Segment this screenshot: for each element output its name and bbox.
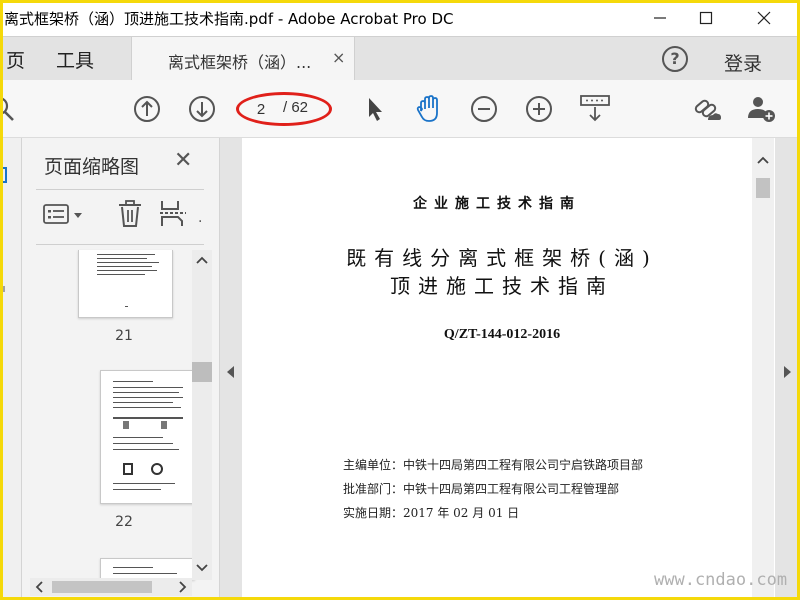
options-list-icon bbox=[43, 204, 82, 224]
tab-tools[interactable]: 工具 bbox=[56, 46, 94, 73]
page-total: / 62 bbox=[283, 99, 309, 116]
tab-document[interactable]: 离式框架桥（涵）... × bbox=[131, 37, 355, 81]
search-icon bbox=[0, 96, 14, 121]
keyboard-scroll-button[interactable] bbox=[578, 94, 612, 124]
split-pages-button[interactable] bbox=[158, 199, 188, 229]
login-button[interactable]: 登录 bbox=[724, 49, 762, 76]
add-user-button[interactable] bbox=[746, 94, 776, 124]
page-thumbnail-22[interactable] bbox=[100, 370, 195, 504]
hand-tool-button[interactable] bbox=[414, 94, 444, 124]
minimize-icon bbox=[654, 17, 666, 19]
thumbnail-panel: 页面缩略图 ✕ . 21 22 bbox=[22, 138, 220, 600]
page-thumbnails-nav-icon[interactable] bbox=[0, 160, 22, 200]
share-link-button[interactable] bbox=[692, 94, 722, 124]
scroll-up-icon[interactable] bbox=[192, 252, 212, 268]
document-tab-close-button[interactable]: × bbox=[332, 48, 345, 67]
thumbnail-scroll-thumb[interactable] bbox=[192, 362, 212, 382]
document-approval-dept: 批准部门：中铁十四局第四工程有限公司工程管理部 bbox=[343, 482, 620, 496]
thumbnail-label-21: 21 bbox=[115, 328, 133, 344]
thumbnail-panel-title: 页面缩略图 bbox=[44, 156, 140, 178]
document-code: Q/ZT-144-012-2016 bbox=[443, 327, 561, 342]
close-icon bbox=[757, 11, 771, 25]
delete-page-button[interactable] bbox=[116, 199, 146, 229]
scroll-right-icon[interactable] bbox=[174, 578, 190, 596]
select-arrow-icon bbox=[369, 98, 382, 121]
watermark: www.cndao.com bbox=[654, 570, 788, 590]
toolbar: / 62 bbox=[0, 80, 800, 138]
close-window-button[interactable] bbox=[741, 0, 787, 36]
keyboard-scroll-icon bbox=[580, 95, 610, 122]
share-link-icon bbox=[694, 99, 721, 120]
divider bbox=[36, 189, 204, 190]
document-title-line-1: 既有线分离式框架桥(涵) bbox=[346, 246, 658, 270]
scroll-up-icon[interactable] bbox=[752, 152, 774, 168]
page-down-icon bbox=[189, 96, 215, 122]
document-effective-date: 实施日期：2017 年 02 月 01 日 bbox=[343, 506, 520, 520]
zoom-out-icon bbox=[471, 96, 497, 122]
thumbnail-label-22: 22 bbox=[115, 514, 133, 530]
thumbnail-panel-close-button[interactable]: ✕ bbox=[174, 148, 192, 173]
split-pages-icon bbox=[160, 201, 186, 226]
document-tab-label: 离式框架桥（涵）... bbox=[168, 53, 312, 72]
right-panel-collapse-bar[interactable] bbox=[775, 138, 800, 600]
scroll-down-icon[interactable] bbox=[192, 560, 212, 576]
title-bar: 离式框架桥（涵）顶进施工技术指南.pdf - Adobe Acrobat Pro… bbox=[0, 0, 800, 36]
select-tool-button[interactable] bbox=[360, 94, 390, 124]
document-editor-unit: 主编单位：中铁十四局第四工程有限公司宁启铁路项目部 bbox=[343, 458, 644, 472]
page-thumbnail-23[interactable] bbox=[100, 558, 195, 580]
maximize-button[interactable] bbox=[683, 0, 729, 36]
tab-bar: 页 工具 离式框架桥（涵）... × ? 登录 bbox=[0, 36, 800, 81]
document-vertical-scrollbar[interactable] bbox=[752, 138, 774, 600]
more-tools-dot[interactable]: . bbox=[198, 210, 202, 226]
search-button[interactable] bbox=[0, 94, 18, 124]
thumbnail-vertical-scrollbar[interactable] bbox=[192, 250, 212, 580]
scroll-left-icon[interactable] bbox=[32, 578, 48, 596]
zoom-in-icon bbox=[526, 96, 552, 122]
zoom-in-button[interactable] bbox=[524, 94, 554, 124]
trash-icon bbox=[119, 200, 141, 227]
left-panel-collapse-bar[interactable] bbox=[220, 138, 242, 600]
horizontal-scroll-thumb[interactable] bbox=[52, 581, 152, 593]
maximize-icon bbox=[699, 11, 713, 25]
left-nav-strip bbox=[0, 138, 22, 600]
thumbnail-horizontal-scrollbar[interactable] bbox=[30, 578, 192, 596]
zoom-out-button[interactable] bbox=[469, 94, 499, 124]
document-page: 企业施工技术指南 既有线分离式框架桥(涵) 顶进施工技术指南 Q/ZT-144-… bbox=[242, 138, 752, 600]
next-page-button[interactable] bbox=[187, 94, 217, 124]
tab-home[interactable]: 页 bbox=[6, 46, 25, 73]
window-title: 离式框架桥（涵）顶进施工技术指南.pdf - Adobe Acrobat Pro… bbox=[4, 10, 454, 28]
document-header: 企业施工技术指南 bbox=[413, 196, 581, 212]
page-number-input[interactable] bbox=[248, 98, 274, 120]
expand-right-arrow-icon[interactable] bbox=[775, 362, 800, 382]
document-title-line-2: 顶进施工技术指南 bbox=[390, 274, 614, 298]
divider bbox=[36, 244, 204, 245]
help-icon[interactable]: ? bbox=[662, 46, 688, 72]
collapse-left-arrow-icon[interactable] bbox=[220, 362, 242, 382]
document-scroll-thumb[interactable] bbox=[756, 178, 770, 198]
nav-scroll-marker bbox=[3, 286, 5, 292]
add-user-icon bbox=[748, 97, 775, 122]
page-up-icon bbox=[134, 96, 160, 122]
previous-page-button[interactable] bbox=[132, 94, 162, 124]
thumbnail-options-button[interactable] bbox=[42, 202, 94, 228]
hand-tool-icon bbox=[416, 95, 438, 122]
minimize-button[interactable] bbox=[637, 0, 683, 36]
page-thumbnail-21[interactable] bbox=[78, 250, 173, 318]
